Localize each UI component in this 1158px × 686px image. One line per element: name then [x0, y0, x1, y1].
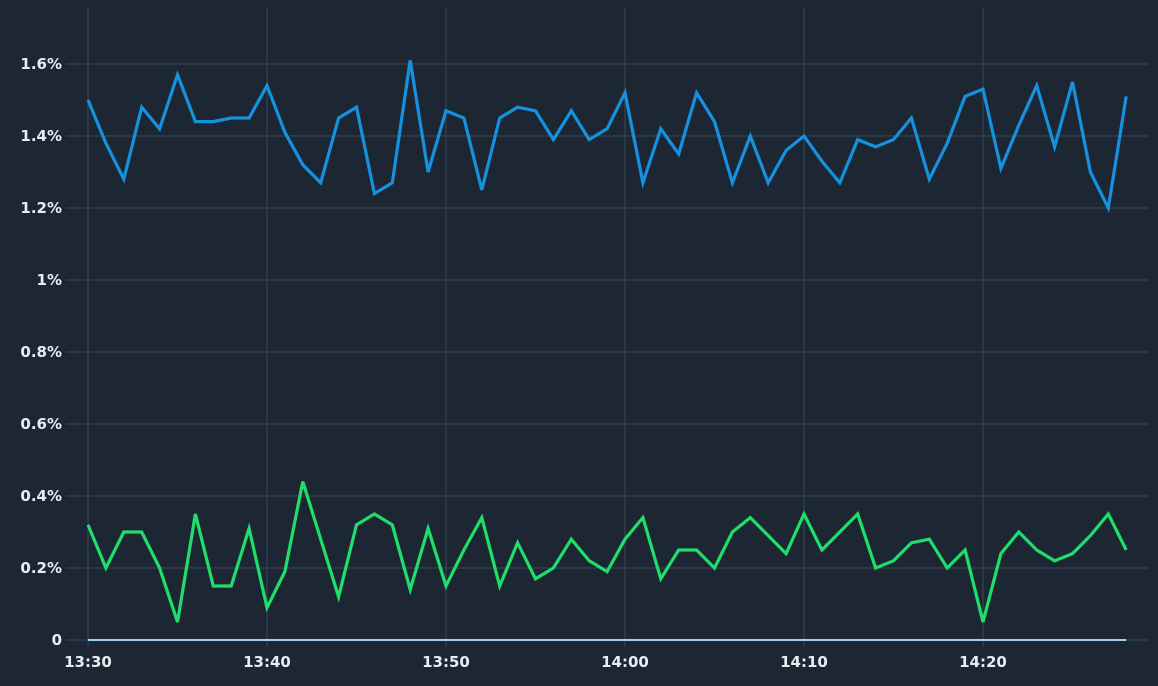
- x-axis-ticks: 13:30 13:40 13:50 14:00 14:10 14:20: [64, 653, 1007, 671]
- chart-canvas: 00.2%0.4%0.6%0.8%1%1.2%1.4%1.6% 13:30 13:…: [20, 8, 1148, 671]
- y-tick-label: 0.8%: [20, 343, 62, 361]
- y-tick-label: 1%: [37, 271, 62, 289]
- x-tick-label: 13:40: [243, 653, 291, 671]
- y-tick-label: 1.4%: [20, 127, 62, 145]
- series-layer: [86, 60, 1128, 641]
- series-line-2: [86, 481, 1128, 623]
- y-tick-label: 1.6%: [20, 55, 62, 73]
- x-tick-label: 14:10: [780, 653, 828, 671]
- x-tick-label: 13:50: [422, 653, 470, 671]
- series-line-1: [86, 60, 1128, 214]
- x-tick-label: 13:30: [64, 653, 112, 671]
- y-tick-label: 0.6%: [20, 415, 62, 433]
- y-tick-label: 0.4%: [20, 487, 62, 505]
- x-tick-label: 14:00: [601, 653, 649, 671]
- line-chart: 0 0.2% 0.4% 0.6% 0.8% 1% 1.2% 1.4% 1.6% 13:30 13:…: [0, 0, 1158, 686]
- y-axis-ticks: 0 0.2% 0.4% 0.6% 0.8% 1% 1.2% 1.4% 1.6%: [20, 55, 62, 649]
- y-tick-label: 0: [52, 631, 62, 649]
- x-tick-label: 14:20: [959, 653, 1007, 671]
- y-tick-label: 1.2%: [20, 199, 62, 217]
- y-tick-label: 0.2%: [20, 559, 62, 577]
